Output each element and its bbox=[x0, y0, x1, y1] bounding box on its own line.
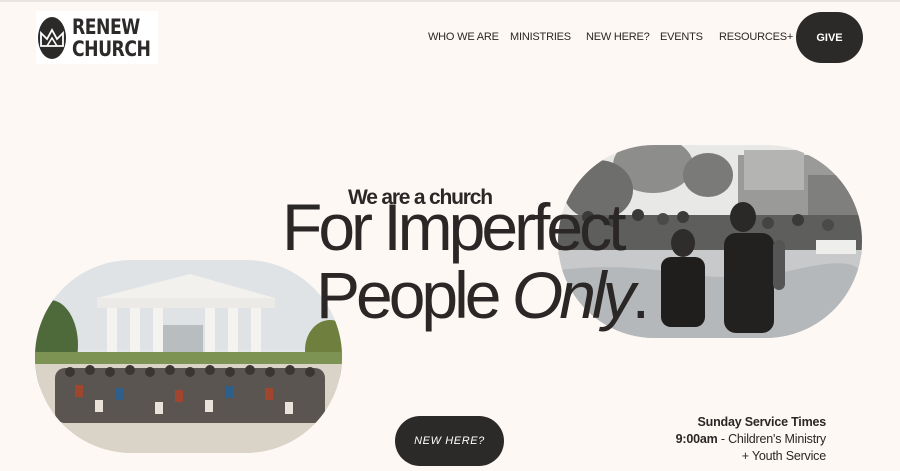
service-line-1-text: - Children's Ministry bbox=[717, 432, 826, 446]
headline-period: . bbox=[631, 258, 650, 332]
logo-line-1: RENEW bbox=[72, 14, 140, 39]
hero-headline-line-1: For Imperfect bbox=[282, 190, 626, 264]
headline-only: Only bbox=[511, 258, 636, 332]
crown-icon bbox=[38, 16, 66, 59]
logo-wordmark: RENEW CHURCH bbox=[72, 14, 151, 61]
logo-line-2: CHURCH bbox=[72, 36, 151, 61]
nav-new-here[interactable]: NEW HERE? bbox=[586, 31, 650, 43]
service-time: 9:00am bbox=[675, 432, 718, 446]
nav-who-we-are[interactable]: WHO WE ARE bbox=[428, 31, 499, 43]
congregation-photo bbox=[35, 260, 342, 453]
hero-headline-line-2: People Only. bbox=[316, 262, 650, 328]
nav-ministries[interactable]: MINISTRIES bbox=[510, 31, 571, 43]
church-logo[interactable]: RENEW CHURCH bbox=[36, 11, 158, 64]
top-border bbox=[0, 0, 900, 2]
service-times: Sunday Service Times 9:00am - Children's… bbox=[675, 414, 827, 465]
service-line-1: 9:00am - Children's Ministry bbox=[675, 431, 827, 448]
nav-resources[interactable]: RESOURCES+ bbox=[719, 31, 793, 43]
give-button[interactable]: GIVE bbox=[796, 12, 863, 63]
headline-people: People bbox=[316, 258, 512, 332]
service-times-title: Sunday Service Times bbox=[697, 415, 827, 429]
nav-events[interactable]: EVENTS bbox=[660, 31, 703, 43]
service-line-2: + Youth Service bbox=[741, 449, 826, 463]
new-here-button[interactable]: NEW HERE? bbox=[395, 416, 504, 466]
